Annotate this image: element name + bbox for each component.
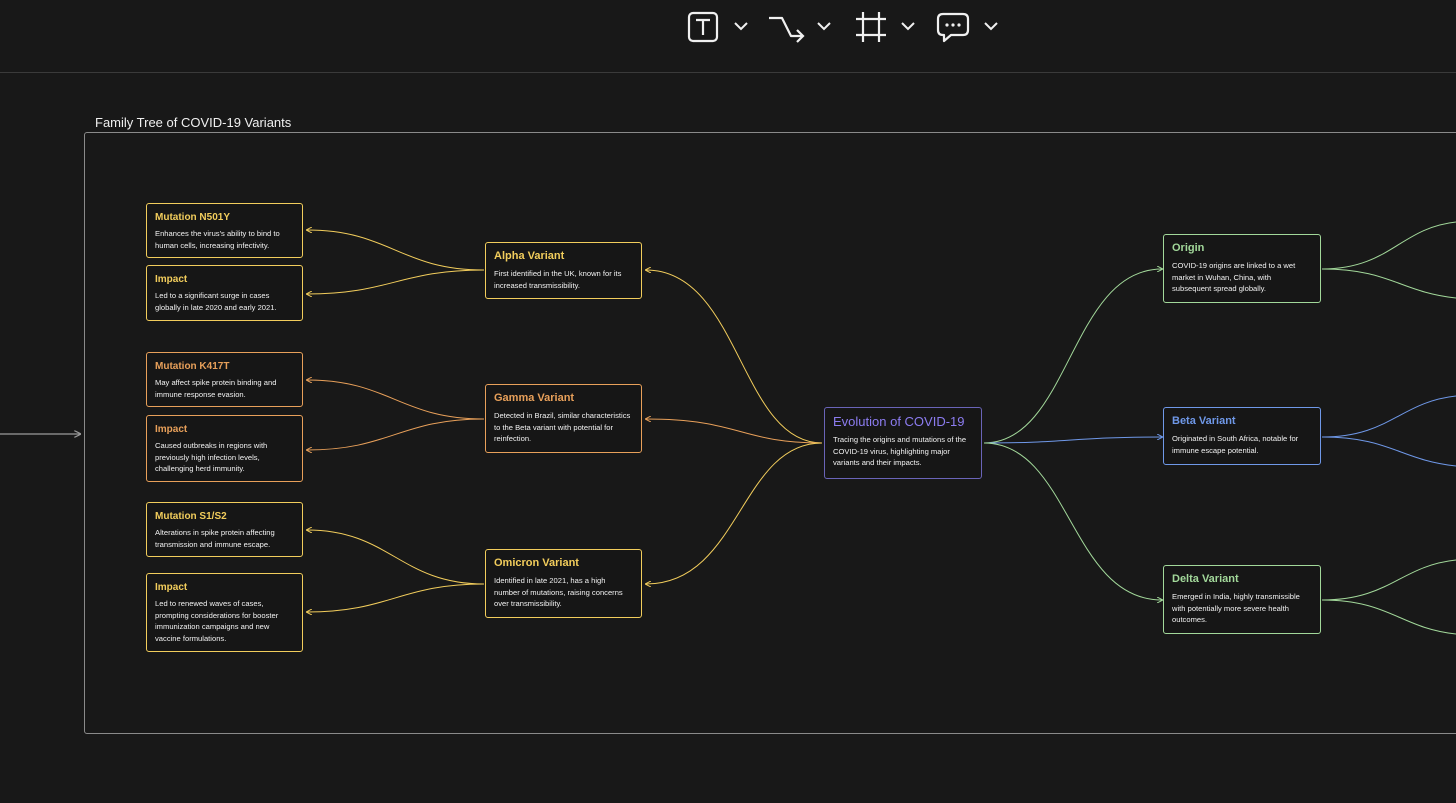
node-title: Mutation K417T	[155, 361, 230, 372]
node-title: Beta Variant	[1172, 415, 1236, 427]
chevron-down-icon	[734, 22, 748, 31]
chevron-down-icon	[901, 22, 915, 31]
node-title: Mutation N501Y	[155, 212, 231, 223]
node-title: Evolution of COVID-19	[833, 414, 965, 429]
chevron-down-icon	[817, 22, 831, 31]
speech-bubble-icon	[936, 12, 970, 43]
node-description: Led to renewed waves of cases, prompting…	[155, 599, 279, 643]
node-title: Alpha Variant	[494, 250, 565, 262]
node-title: Impact	[155, 582, 188, 593]
node-title: Delta Variant	[1172, 573, 1239, 585]
node-description: Originated in South Africa, notable for …	[1172, 434, 1299, 455]
node-mutation-k417t[interactable]: Mutation K417T May affect spike protein …	[146, 352, 303, 407]
node-title: Mutation S1/S2	[155, 511, 227, 522]
node-gamma-impact[interactable]: Impact Caused outbreaks in regions with …	[146, 415, 303, 482]
node-description: Detected in Brazil, similar characterist…	[494, 411, 631, 443]
text-tool-dropdown[interactable]	[730, 14, 752, 38]
node-description: Tracing the origins and mutations of the…	[833, 435, 967, 467]
node-description: Led to a significant surge in cases glob…	[155, 291, 277, 312]
node-alpha-impact[interactable]: Impact Led to a significant surge in cas…	[146, 265, 303, 321]
node-title: Impact	[155, 274, 188, 285]
node-origin[interactable]: Origin COVID-19 origins are linked to a …	[1163, 234, 1321, 303]
chevron-down-icon	[984, 22, 998, 31]
node-beta[interactable]: Beta Variant Originated in South Africa,…	[1163, 407, 1321, 465]
node-description: May affect spike protein binding and imm…	[155, 378, 277, 399]
node-description: Caused outbreaks in regions with previou…	[155, 441, 268, 473]
node-description: Emerged in India, highly transmissible w…	[1172, 592, 1300, 624]
node-omicron[interactable]: Omicron Variant Identified in late 2021,…	[485, 549, 642, 618]
node-gamma[interactable]: Gamma Variant Detected in Brazil, simila…	[485, 384, 642, 453]
frame-tool-dropdown[interactable]	[897, 14, 919, 38]
node-description: Enhances the virus's ability to bind to …	[155, 229, 280, 250]
text-box-icon	[687, 11, 719, 43]
node-description: COVID-19 origins are linked to a wet mar…	[1172, 261, 1296, 293]
connector-arrow-icon	[769, 16, 805, 43]
node-title: Origin	[1172, 242, 1205, 254]
frame-tool-button[interactable]	[852, 8, 890, 46]
connector-tool-button[interactable]	[766, 8, 808, 46]
node-title: Impact	[155, 424, 188, 435]
node-title: Gamma Variant	[494, 392, 575, 404]
comment-tool-dropdown[interactable]	[980, 14, 1002, 38]
frame-crop-icon	[856, 12, 886, 42]
node-omicron-impact[interactable]: Impact Led to renewed waves of cases, pr…	[146, 573, 303, 652]
node-description: First identified in the UK, known for it…	[494, 269, 622, 290]
node-mutation-n501y[interactable]: Mutation N501Y Enhances the virus's abil…	[146, 203, 303, 258]
node-title: Omicron Variant	[494, 557, 579, 569]
node-description: Alterations in spike protein affecting t…	[155, 528, 275, 549]
node-mutation-s1s2[interactable]: Mutation S1/S2 Alterations in spike prot…	[146, 502, 303, 557]
frame-title[interactable]: Family Tree of COVID-19 Variants	[95, 115, 291, 130]
node-delta[interactable]: Delta Variant Emerged in India, highly t…	[1163, 565, 1321, 634]
connector-tool-dropdown[interactable]	[813, 14, 835, 38]
node-alpha[interactable]: Alpha Variant First identified in the UK…	[485, 242, 642, 299]
node-root[interactable]: Evolution of COVID-19 Tracing the origin…	[824, 407, 982, 479]
text-tool-button[interactable]	[684, 8, 722, 46]
toolbar-divider	[0, 72, 1456, 73]
node-description: Identified in late 2021, has a high numb…	[494, 576, 623, 608]
toolbar	[0, 0, 1456, 72]
comment-tool-button[interactable]	[934, 8, 972, 46]
